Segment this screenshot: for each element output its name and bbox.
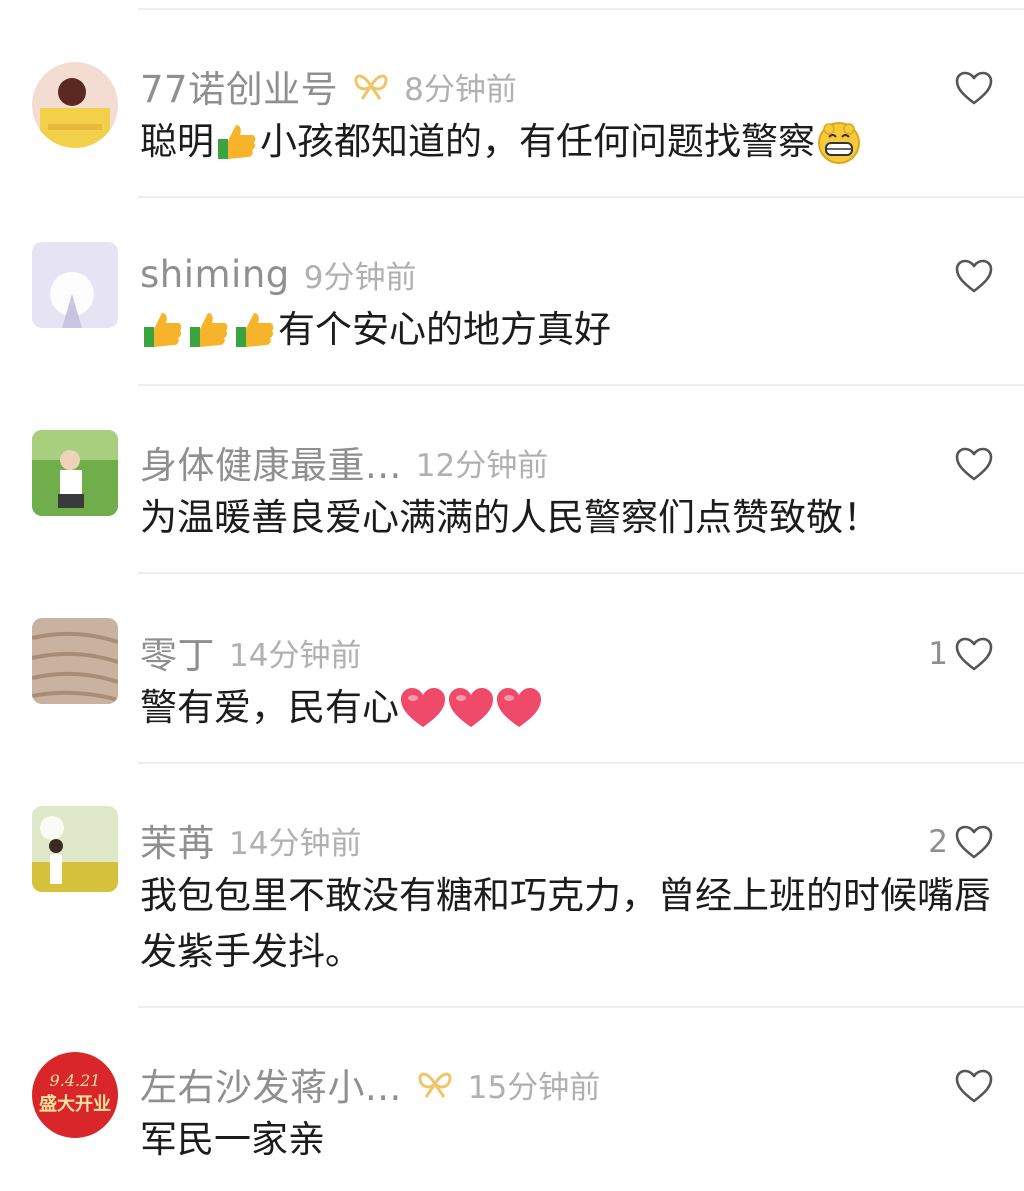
username[interactable]: 左右沙发蒋小... xyxy=(140,1057,402,1111)
avatar-logo-text: 9.4.21 xyxy=(50,1071,101,1090)
avatar[interactable] xyxy=(32,618,118,704)
avatar-logo-text: 盛大开业 xyxy=(39,1093,111,1115)
username[interactable]: 茉苒 xyxy=(140,813,215,867)
comment-text: 有个安心的地方真好 xyxy=(140,302,994,358)
timestamp: 14分钟前 xyxy=(229,637,362,674)
heart-emoji-icon xyxy=(449,688,493,727)
heart-outline-icon[interactable] xyxy=(954,258,994,294)
avatar[interactable] xyxy=(32,242,118,328)
comment-item[interactable]: shiming 9分钟前 有个安心的地方真好 xyxy=(0,198,1024,386)
like-count: 2 xyxy=(928,824,948,860)
comment-item[interactable]: 9.4.21 盛大开业 左右沙发蒋小... 15分钟前 军民一家亲 xyxy=(0,1008,1024,1191)
avatar[interactable]: 9.4.21 盛大开业 xyxy=(32,1052,118,1138)
like-button[interactable]: 2 xyxy=(928,820,994,864)
like-button[interactable] xyxy=(948,66,994,110)
username[interactable]: shiming xyxy=(140,253,290,296)
timestamp: 12分钟前 xyxy=(415,447,549,484)
username[interactable]: 77诺创业号 xyxy=(140,59,338,113)
heart-outline-icon[interactable] xyxy=(954,446,994,482)
thumbs-up-icon xyxy=(190,313,228,347)
comment-item[interactable]: 零丁 14分钟前 1 警有爱，民有心 xyxy=(0,576,1024,764)
thumbs-up-icon xyxy=(144,313,182,347)
avatar[interactable] xyxy=(32,430,118,516)
heart-emoji-icon xyxy=(497,688,541,727)
thumbs-up-icon xyxy=(236,313,274,347)
divider xyxy=(138,572,1024,574)
timestamp: 9分钟前 xyxy=(303,259,417,296)
comment-item[interactable]: 77诺创业号 8分钟前 聪明 小孩都知道的，有任何问题找警察 xyxy=(0,10,1024,198)
grin-emoji-icon xyxy=(818,122,860,164)
avatar[interactable] xyxy=(32,62,118,148)
comment-text: 聪明 小孩都知道的，有任何问题找警察 xyxy=(140,114,994,170)
comment-text: 军民一家亲 xyxy=(140,1118,325,1161)
like-button[interactable] xyxy=(948,442,994,486)
username[interactable]: 零丁 xyxy=(140,625,215,679)
heart-outline-icon[interactable] xyxy=(954,824,994,860)
heart-outline-icon[interactable] xyxy=(954,1068,994,1104)
like-button[interactable]: 1 xyxy=(928,632,994,676)
timestamp: 15分钟前 xyxy=(467,1069,601,1106)
heart-emoji-icon xyxy=(401,688,445,727)
heart-outline-icon[interactable] xyxy=(954,636,994,672)
avatar[interactable] xyxy=(32,806,118,892)
comment-text: 为温暖善良爱心满满的人民警察们点赞致敬！ xyxy=(140,496,880,539)
comment-item[interactable]: 身体健康最重... 12分钟前 为温暖善良爱心满满的人民警察们点赞致敬！ xyxy=(0,386,1024,574)
timestamp: 14分钟前 xyxy=(229,825,362,862)
bow-badge-icon xyxy=(418,1072,452,1098)
comment-item[interactable]: 茉苒 14分钟前 2 我包包里不敢没有糖和巧克力，曾经上班的时候嘴唇发紫手发抖。 xyxy=(0,764,1024,1008)
thumbs-up-icon xyxy=(218,125,256,159)
comment-text: 我包包里不敢没有糖和巧克力，曾经上班的时候嘴唇发紫手发抖。 xyxy=(140,874,991,973)
timestamp: 8分钟前 xyxy=(404,71,517,108)
like-count: 1 xyxy=(928,636,948,672)
like-button[interactable] xyxy=(948,1064,994,1108)
comment-text: 警有爱，民有心 xyxy=(140,680,994,736)
bow-badge-icon xyxy=(354,74,388,100)
like-button[interactable] xyxy=(948,254,994,298)
heart-outline-icon[interactable] xyxy=(954,70,994,106)
username[interactable]: 身体健康最重... xyxy=(140,435,402,489)
